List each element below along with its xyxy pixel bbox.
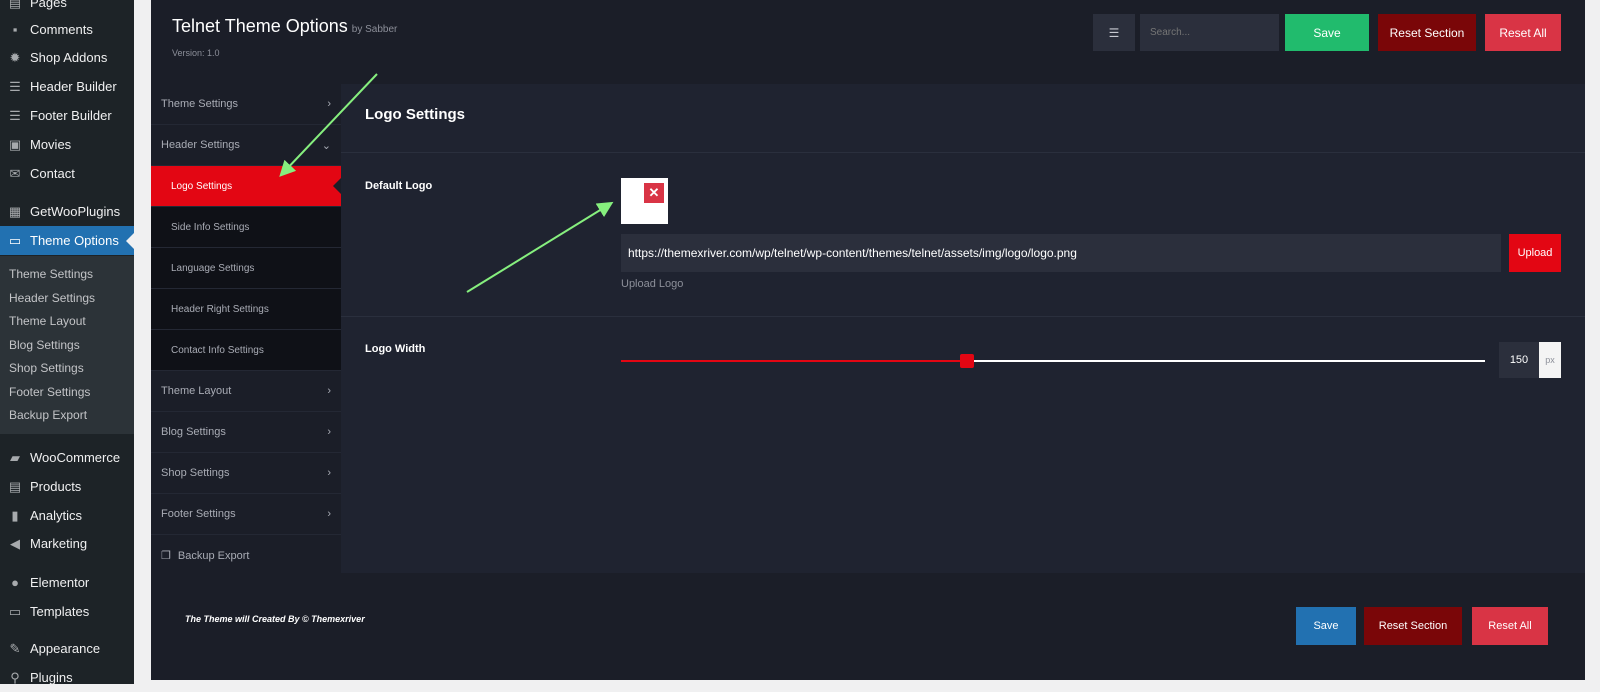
plugins-icon: ⚲ <box>10 669 20 685</box>
folder-icon: ▭ <box>8 232 22 248</box>
wp-menu-appearance[interactable]: ✎ Appearance <box>0 634 134 663</box>
save-button[interactable]: Save <box>1285 14 1369 51</box>
chevron-down-icon: ⌄ <box>321 139 331 152</box>
nav-footer-settings[interactable]: Footer Settings › <box>151 494 341 535</box>
wp-menu-header-builder[interactable]: ☰ Header Builder <box>0 72 134 101</box>
movies-icon: ▣ <box>8 136 22 152</box>
wp-menu-footer-builder[interactable]: ☰ Footer Builder <box>0 101 134 130</box>
logo-width-value[interactable]: 150 <box>1499 342 1539 378</box>
chevron-right-icon: › <box>327 467 331 479</box>
panel-version: Version: 1.0 <box>172 48 220 58</box>
getwooplugins-icon: ▦ <box>8 203 22 219</box>
header-builder-icon: ☰ <box>9 78 21 94</box>
nav-language-settings[interactable]: Language Settings <box>151 248 341 289</box>
wp-menu-theme-options[interactable]: ▭ Theme Options <box>0 226 134 255</box>
reset-section-button[interactable]: Reset Section <box>1378 14 1476 51</box>
panel-footer: The Theme will Created By © Themexriver … <box>151 573 1585 680</box>
wp-sub-theme-settings[interactable]: Theme Settings <box>9 267 93 281</box>
logo-width-slider[interactable] <box>621 354 1485 368</box>
shop-addons-icon: ✹ <box>9 49 21 65</box>
nav-backup-export[interactable]: ❐ Backup Export <box>151 535 341 576</box>
slider-handle[interactable] <box>959 354 974 368</box>
list-icon: ☰ <box>1108 25 1120 40</box>
panel-header: Telnet Theme Options by Sabber Version: 1… <box>151 0 1585 84</box>
options-content: Logo Settings Default Logo ✕ Upload Uplo… <box>341 84 1585 573</box>
wp-menu-movies[interactable]: ▣ Movies <box>0 130 134 159</box>
theme-options-panel: Telnet Theme Options by Sabber Version: 1… <box>151 0 1585 680</box>
nav-contact-info-settings[interactable]: Contact Info Settings <box>151 330 341 371</box>
wp-menu-analytics[interactable]: ▮ Analytics <box>0 501 134 530</box>
upload-button[interactable]: Upload <box>1509 234 1561 272</box>
slider-fill <box>621 360 967 362</box>
remove-logo-button[interactable]: ✕ <box>644 183 664 203</box>
wp-sub-header-settings[interactable]: Header Settings <box>9 291 95 305</box>
nav-header-right-settings[interactable]: Header Right Settings <box>151 289 341 330</box>
nav-logo-settings[interactable]: Logo Settings <box>151 166 341 207</box>
wp-sub-shop-settings[interactable]: Shop Settings <box>9 361 84 375</box>
close-icon: ✕ <box>648 185 660 200</box>
wp-admin-sidebar: ▤ Pages ▪ Comments ✹ Shop Addons ☰ Heade… <box>0 0 134 685</box>
expand-options-button[interactable]: ☰ <box>1093 14 1135 51</box>
wp-menu-shop-addons[interactable]: ✹ Shop Addons <box>0 43 134 72</box>
appearance-icon: ✎ <box>9 640 21 656</box>
logo-preview: ✕ <box>621 178 668 224</box>
comments-icon: ▪ <box>12 22 18 37</box>
analytics-icon: ▮ <box>11 507 19 523</box>
wp-menu-elementor[interactable]: ● Elementor <box>0 568 134 597</box>
footer-save-button[interactable]: Save <box>1296 607 1356 645</box>
templates-icon: ▭ <box>8 603 22 619</box>
woo-icon: ▰ <box>10 449 20 465</box>
footer-reset-section-button[interactable]: Reset Section <box>1364 607 1462 645</box>
options-nav: Theme Settings › Header Settings ⌄ Logo … <box>151 84 341 573</box>
chevron-right-icon: › <box>327 508 331 520</box>
wp-menu-woocommerce[interactable]: ▰ WooCommerce <box>0 443 134 472</box>
section-divider <box>341 152 1585 153</box>
nav-header-settings[interactable]: Header Settings ⌄ <box>151 125 341 166</box>
field-divider <box>341 316 1585 317</box>
wp-menu-marketing[interactable]: ◀ Marketing <box>0 529 134 558</box>
wp-sub-backup-export[interactable]: Backup Export <box>9 408 87 422</box>
upload-description: Upload Logo <box>621 278 684 290</box>
wp-theme-options-submenu: Theme Settings Header Settings Theme Lay… <box>0 256 134 434</box>
wp-sub-theme-layout[interactable]: Theme Layout <box>9 314 86 328</box>
logo-url-input[interactable] <box>621 234 1501 272</box>
search-input[interactable] <box>1140 14 1279 51</box>
nav-theme-settings[interactable]: Theme Settings › <box>151 84 341 125</box>
pages-icon: ▤ <box>8 0 22 10</box>
reset-all-button[interactable]: Reset All <box>1485 14 1561 51</box>
nav-theme-layout[interactable]: Theme Layout › <box>151 371 341 412</box>
footer-builder-icon: ☰ <box>9 107 21 123</box>
panel-byline: by Sabber <box>351 24 398 35</box>
panel-title: Telnet Theme Options by Sabber <box>172 16 398 36</box>
mail-icon: ✉ <box>9 165 21 181</box>
chevron-right-icon: › <box>327 98 331 110</box>
nav-blog-settings[interactable]: Blog Settings › <box>151 412 341 453</box>
wp-menu-comments[interactable]: ▪ Comments <box>0 15 134 44</box>
backup-icon: ❐ <box>161 550 171 562</box>
wp-sub-footer-settings[interactable]: Footer Settings <box>9 385 90 399</box>
nav-side-info-settings[interactable]: Side Info Settings <box>151 207 341 248</box>
logo-width-label: Logo Width <box>365 343 426 355</box>
footer-credit: The Theme will Created By © Themexriver <box>185 614 365 624</box>
products-icon: ▤ <box>8 478 22 494</box>
wp-menu-templates[interactable]: ▭ Templates <box>0 597 134 626</box>
wp-menu-plugins[interactable]: ⚲ Plugins <box>0 663 134 692</box>
default-logo-label: Default Logo <box>365 180 433 192</box>
section-title: Logo Settings <box>365 106 465 123</box>
wp-menu-getwooplugins[interactable]: ▦ GetWooPlugins <box>0 197 134 226</box>
marketing-icon: ◀ <box>10 535 20 551</box>
chevron-right-icon: › <box>327 385 331 397</box>
elementor-icon: ● <box>11 575 19 590</box>
wp-menu-products[interactable]: ▤ Products <box>0 472 134 501</box>
logo-width-unit: px <box>1539 342 1561 378</box>
chevron-right-icon: › <box>327 426 331 438</box>
wp-menu-contact[interactable]: ✉ Contact <box>0 159 134 188</box>
footer-reset-all-button[interactable]: Reset All <box>1472 607 1548 645</box>
wp-sub-blog-settings[interactable]: Blog Settings <box>9 338 80 352</box>
nav-shop-settings[interactable]: Shop Settings › <box>151 453 341 494</box>
